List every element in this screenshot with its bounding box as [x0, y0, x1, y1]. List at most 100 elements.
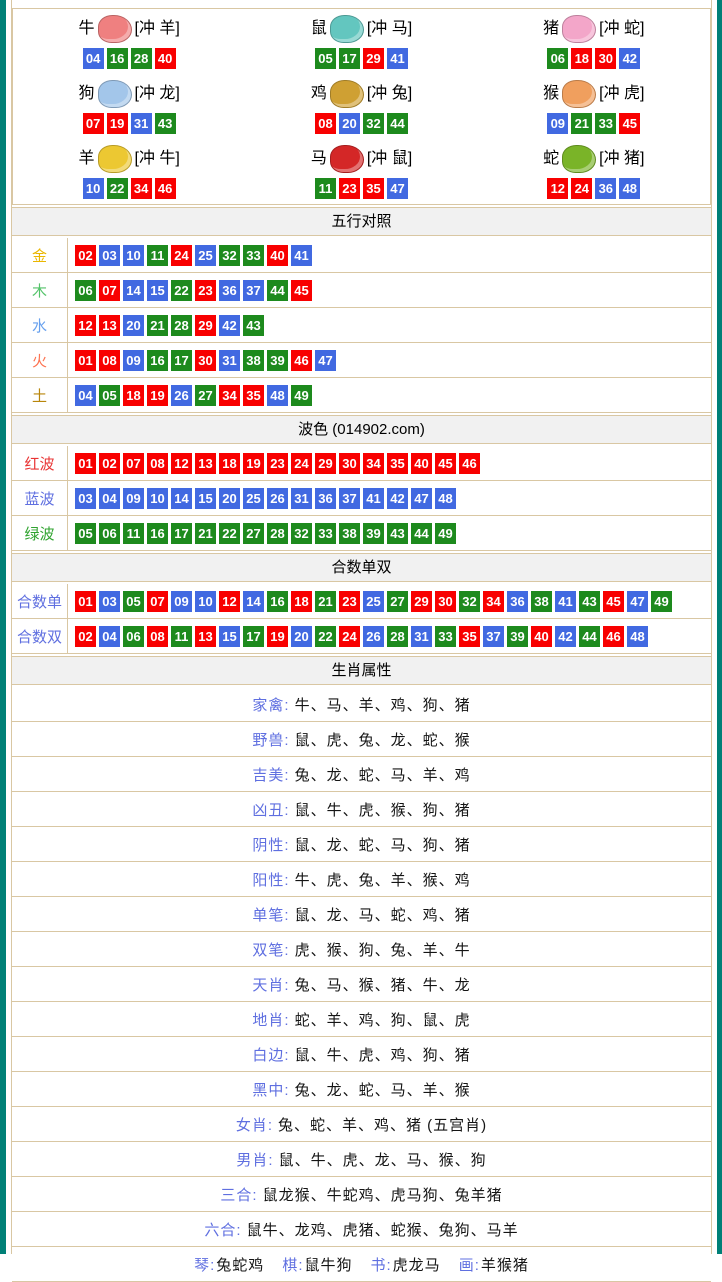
number-ball: 33 — [595, 113, 616, 134]
number-ball: 22 — [171, 280, 192, 301]
number-ball: 31 — [131, 113, 152, 134]
number-ball: 25 — [195, 245, 216, 266]
number-ball: 38 — [531, 591, 552, 612]
number-ball: 18 — [291, 591, 312, 612]
section-title-bose: 波色 (014902.com) — [12, 415, 711, 444]
table-row: 水1213202128294243 — [12, 308, 711, 343]
number-ball: 42 — [387, 488, 408, 509]
table-row: 土04051819262734354849 — [12, 378, 711, 413]
number-ball: 01 — [75, 453, 96, 474]
number-ball: 19 — [267, 626, 288, 647]
number-ball: 28 — [171, 315, 192, 336]
number-ball: 04 — [99, 626, 120, 647]
attribute-label: 家禽: — [252, 694, 289, 715]
number-ball-group: 09213345 — [547, 113, 640, 134]
attribute-label: 琴: — [194, 1257, 215, 1274]
attribute-value: 兔、蛇、羊、鸡、猪 (五宫肖) — [278, 1114, 487, 1135]
bose-rows: 红波0102070812131819232429303435404546蓝波03… — [12, 446, 711, 551]
attribute-row: 天肖:兔、马、猴、猪、牛、龙 — [12, 967, 711, 1002]
left-border-bar — [0, 0, 6, 1254]
number-ball: 01 — [75, 350, 96, 371]
zodiac-animal-name: 鸡 — [311, 84, 327, 104]
number-ball: 03 — [75, 488, 96, 509]
number-ball: 34 — [131, 178, 152, 199]
attribute-label: 地肖: — [252, 1009, 289, 1030]
number-ball: 01 — [75, 591, 96, 612]
attribute-value: 鼠、龙、蛇、马、狗、猪 — [295, 834, 471, 855]
number-ball: 40 — [155, 48, 176, 69]
attribute-value: 牛、虎、兔、羊、猴、鸡 — [295, 869, 471, 890]
ox-icon — [98, 15, 132, 43]
number-ball: 41 — [291, 245, 312, 266]
number-ball: 47 — [387, 178, 408, 199]
number-ball: 42 — [619, 48, 640, 69]
number-ball: 11 — [171, 626, 192, 647]
number-ball: 45 — [619, 113, 640, 134]
number-ball-group: 0102070812131819232429303435404546 — [75, 453, 480, 474]
number-ball: 43 — [155, 113, 176, 134]
number-ball-group: 1213202128294243 — [75, 315, 264, 336]
attribute-label: 女肖: — [236, 1114, 273, 1135]
row-numbers: 1213202128294243 — [68, 315, 264, 336]
number-ball: 43 — [387, 523, 408, 544]
number-ball: 15 — [195, 488, 216, 509]
number-ball: 47 — [315, 350, 336, 371]
number-ball: 38 — [339, 523, 360, 544]
row-label: 金 — [12, 238, 68, 272]
row-numbers: 0204060811131517192022242628313335373940… — [68, 626, 648, 647]
table-row: 木06071415222336374445 — [12, 273, 711, 308]
number-ball: 49 — [291, 385, 312, 406]
right-border-bar — [717, 0, 722, 1254]
zodiac-heading: 猪[冲 蛇] — [543, 15, 644, 43]
attribute-row: 女肖:兔、蛇、羊、鸡、猪 (五宫肖) — [12, 1107, 711, 1142]
number-ball: 34 — [363, 453, 384, 474]
number-ball: 05 — [99, 385, 120, 406]
number-ball: 12 — [75, 315, 96, 336]
attribute-value: 虎龙马 — [393, 1257, 441, 1274]
number-ball: 44 — [387, 113, 408, 134]
table-row: 金02031011242532334041 — [12, 238, 711, 273]
number-ball: 25 — [363, 591, 384, 612]
number-ball: 45 — [291, 280, 312, 301]
wuxing-rows: 金02031011242532334041木060714152223363744… — [12, 238, 711, 413]
zodiac-cell: 牛[冲 羊]04162840 — [13, 9, 245, 74]
zodiac-row: 羊[冲 牛]10223446马[冲 鼠]11233547蛇[冲 猪]122436… — [13, 139, 710, 204]
row-label: 土 — [12, 378, 68, 412]
number-ball-group: 05172941 — [315, 48, 408, 69]
number-ball: 23 — [195, 280, 216, 301]
zodiac-cell: 猪[冲 蛇]06183042 — [478, 9, 710, 74]
number-ball: 23 — [339, 591, 360, 612]
attribute-row: 家禽:牛、马、羊、鸡、狗、猪 — [12, 687, 711, 722]
attribute-pair: 画:羊猴猪 — [459, 1254, 529, 1275]
number-ball: 06 — [547, 48, 568, 69]
number-ball: 32 — [459, 591, 480, 612]
number-ball: 46 — [155, 178, 176, 199]
attribute-label: 三合: — [220, 1184, 257, 1205]
number-ball: 32 — [291, 523, 312, 544]
number-ball: 47 — [411, 488, 432, 509]
number-ball: 08 — [147, 626, 168, 647]
number-ball: 44 — [267, 280, 288, 301]
zodiac-animal-name: 狗 — [78, 84, 94, 104]
number-ball: 30 — [595, 48, 616, 69]
number-ball: 35 — [243, 385, 264, 406]
section-title-heshu: 合数单双 — [12, 553, 711, 582]
number-ball: 49 — [651, 591, 672, 612]
number-ball: 49 — [435, 523, 456, 544]
table-row: 火0108091617303138394647 — [12, 343, 711, 378]
number-ball: 07 — [83, 113, 104, 134]
number-ball: 02 — [99, 453, 120, 474]
section-title-wuxing: 五行对照 — [12, 207, 711, 236]
number-ball: 21 — [571, 113, 592, 134]
attribute-row: 地肖:蛇、羊、鸡、狗、鼠、虎 — [12, 1002, 711, 1037]
row-numbers: 0103050709101214161821232527293032343638… — [68, 591, 672, 612]
attribute-row: 男肖:鼠、牛、虎、龙、马、猴、狗 — [12, 1142, 711, 1177]
attribute-value: 兔、龙、蛇、马、羊、鸡 — [295, 764, 471, 785]
row-label: 蓝波 — [12, 481, 68, 515]
number-ball: 09 — [123, 350, 144, 371]
number-ball: 39 — [363, 523, 384, 544]
number-ball: 17 — [171, 523, 192, 544]
number-ball: 05 — [75, 523, 96, 544]
number-ball-group: 04162840 — [83, 48, 176, 69]
attribute-value: 鼠、牛、虎、猴、狗、猪 — [295, 799, 471, 820]
